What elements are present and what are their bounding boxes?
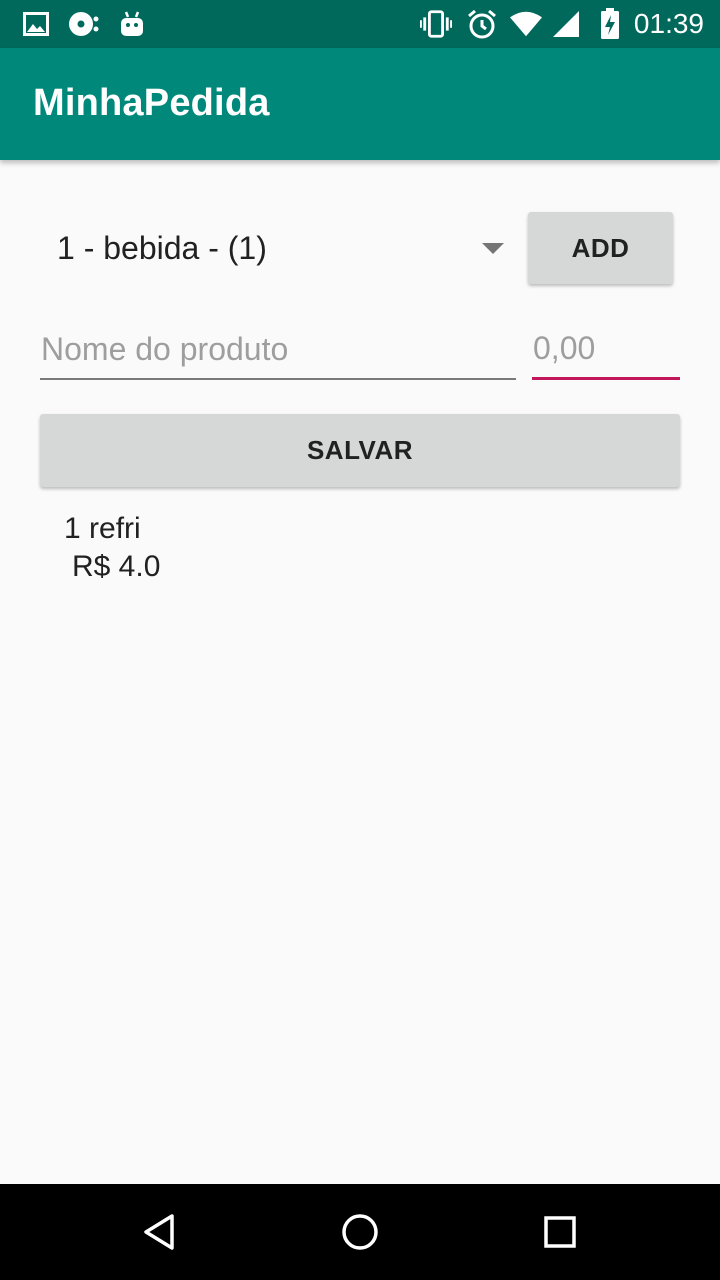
gallery-icon: [20, 8, 52, 40]
navigation-bar: [0, 1184, 720, 1280]
back-icon[interactable]: [136, 1208, 184, 1256]
list-item[interactable]: 1 refri R$ 4.0: [64, 510, 160, 586]
main-content: 1 - bebida - (1) ADD SALVAR 1 refri R$ 4…: [0, 160, 720, 1184]
signal-icon: [550, 8, 582, 40]
status-bar: 01:39: [0, 0, 720, 48]
save-button[interactable]: SALVAR: [40, 414, 680, 487]
price-field-container: [532, 320, 680, 380]
product-name-input[interactable]: [40, 320, 516, 378]
recents-icon[interactable]: [536, 1208, 584, 1256]
category-spinner[interactable]: 1 - bebida - (1): [40, 212, 510, 284]
alarm-icon: [466, 8, 498, 40]
spinner-selected-text: 1 - bebida - (1): [57, 229, 267, 266]
status-time: 01:39: [633, 8, 704, 39]
item-name: 1 refri: [64, 512, 141, 545]
product-name-field-container: [40, 320, 516, 380]
disc-icon: [68, 8, 100, 40]
app-bar: MinhaPedida: [0, 48, 720, 160]
add-button[interactable]: ADD: [528, 212, 673, 284]
home-icon[interactable]: [336, 1208, 384, 1256]
vibrate-icon: [420, 8, 452, 40]
price-input[interactable]: [532, 320, 680, 377]
wifi-icon: [510, 8, 542, 40]
app-title: MinhaPedida: [33, 82, 270, 124]
android-icon: [116, 8, 148, 40]
item-price: R$ 4.0: [72, 550, 161, 583]
battery-charging-icon: [594, 8, 626, 40]
dropdown-arrow-icon: [482, 243, 504, 254]
